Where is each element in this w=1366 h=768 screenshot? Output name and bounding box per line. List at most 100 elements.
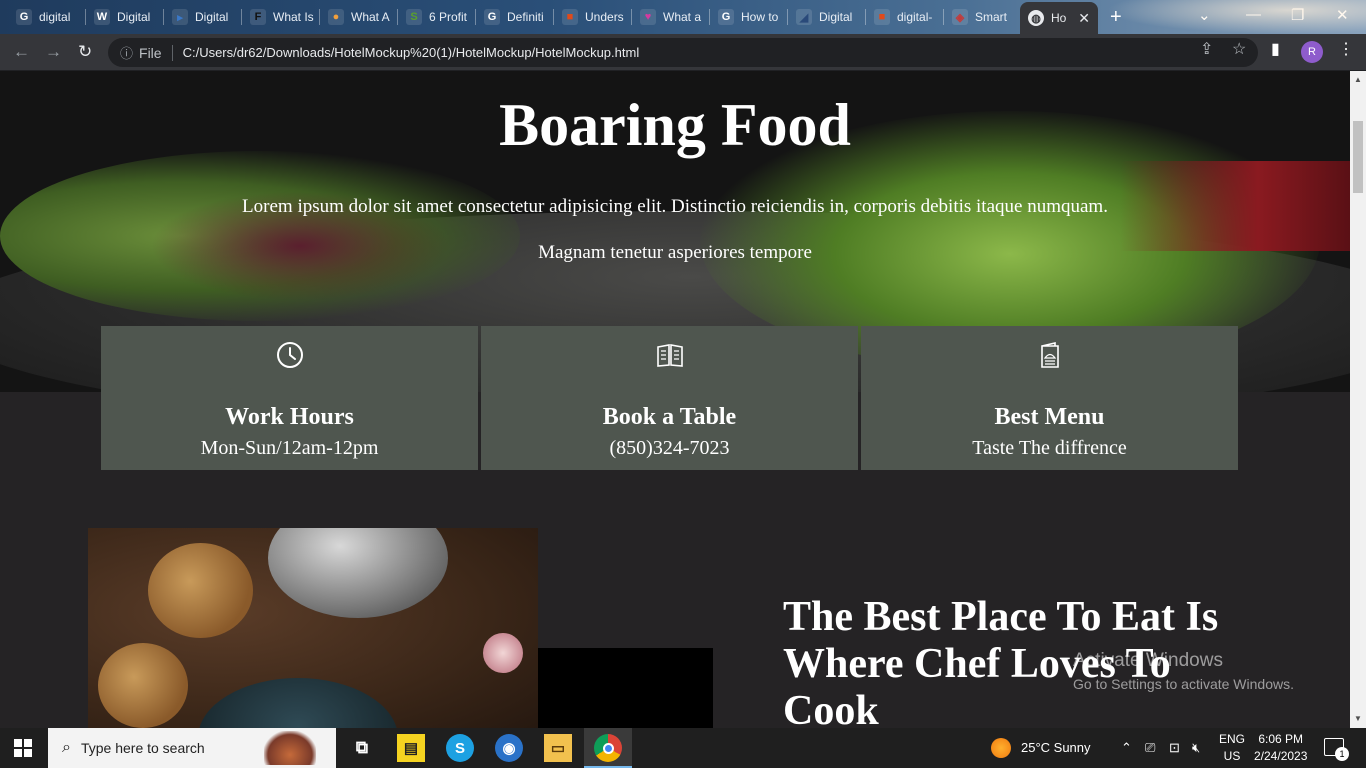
sticky-notes-icon[interactable]: ▤ [397, 734, 425, 762]
notification-center-icon[interactable]: 1 [1324, 738, 1349, 761]
keyboard-region: US [1223, 749, 1241, 763]
reload-icon[interactable]: ↻ [78, 42, 92, 62]
page-scrollbar[interactable]: ▲ ▼ [1350, 71, 1366, 728]
tab-active[interactable]: ◍ Ho ✕ [1020, 2, 1098, 34]
photo-jar [268, 528, 448, 618]
about-photo [88, 528, 538, 728]
activate-windows-watermark: Activate Windows Go to Settings to activ… [1073, 650, 1294, 692]
scroll-up-icon[interactable]: ▲ [1354, 75, 1362, 84]
share-icon[interactable]: ⇪ [1200, 39, 1213, 59]
windows-taskbar: ⌕ Type here to search ⧉ ▤ S ◉ ▭ 25°C Sun… [0, 728, 1366, 768]
photo-bowl [198, 678, 398, 728]
hero-text-line-2: Magnam tenetur asperiores tempore [538, 242, 812, 263]
restore-button[interactable]: ❐ [1291, 6, 1304, 24]
meet-now-icon[interactable]: ⎚ [1145, 740, 1155, 756]
system-clock[interactable]: 6:06 PM 2/24/2023 [1254, 731, 1307, 765]
menu-card-icon [1040, 341, 1059, 368]
bookmark-star-icon[interactable]: ☆ [1232, 39, 1246, 59]
photo-cookie [98, 643, 188, 728]
browser-tab[interactable]: ▸ Digital [164, 3, 242, 31]
browser-tab[interactable]: ♥ What a [632, 3, 710, 31]
tab-favicon-icon: ■ [562, 9, 578, 25]
browser-tab[interactable]: ■ Unders [554, 3, 632, 31]
browser-tab[interactable]: S 6 Profit [398, 3, 476, 31]
hero-text-line-1: Lorem ipsum dolor sit amet consectetur a… [242, 196, 1108, 217]
browser-tab[interactable]: ◢ Digital [788, 3, 866, 31]
photo-cookie [148, 543, 253, 638]
language-indicator[interactable]: ENG US [1219, 731, 1245, 765]
side-panel-icon[interactable]: ▮ [1271, 39, 1280, 59]
edge-mail-icon[interactable]: ◉ [495, 734, 523, 762]
back-icon[interactable]: ← [13, 42, 30, 62]
weather-sun-icon[interactable] [991, 738, 1011, 758]
tab-label: Digital [195, 10, 229, 24]
card-book-table: Book a Table (850)324-7023 [481, 326, 858, 470]
minimize-button[interactable]: — [1246, 6, 1261, 23]
file-explorer-icon[interactable]: ▭ [544, 734, 572, 762]
browser-tab[interactable]: ● What A [320, 3, 398, 31]
close-window-button[interactable]: ✕ [1336, 6, 1349, 24]
browser-tab[interactable]: W Digital [86, 3, 164, 31]
tab-label: Digital [819, 10, 853, 24]
tab-label: 6 Profit [429, 10, 468, 24]
language-code: ENG [1219, 732, 1246, 746]
tab-favicon-icon: ♥ [640, 9, 656, 25]
card-value: Taste The diffrence [972, 437, 1127, 459]
address-bar[interactable]: ⓘ File C:/Users/dr62/Downloads/HotelMock… [108, 38, 1258, 67]
browser-tab[interactable]: Gdigital [8, 3, 86, 31]
clock-date: 2/24/2023 [1254, 749, 1308, 763]
tab-favicon-icon: ■ [874, 9, 890, 25]
tab-label: How to [741, 10, 779, 24]
browser-tab[interactable]: ■ digital- [866, 3, 944, 31]
watermark-line-2: Go to Settings to activate Windows. [1073, 676, 1294, 692]
book-icon [656, 344, 683, 367]
weather-text[interactable]: 25°C Sunny [1021, 740, 1091, 755]
skype-icon[interactable]: S [446, 734, 474, 762]
tab-favicon-icon: S [406, 9, 422, 25]
tab-label: Digital [117, 10, 151, 24]
volume-muted-icon[interactable]: 🔇︎ [1192, 740, 1200, 756]
forward-icon[interactable]: → [45, 42, 62, 62]
scroll-down-icon[interactable]: ▼ [1354, 714, 1362, 723]
scrollbar-thumb[interactable] [1353, 121, 1363, 193]
task-view-icon[interactable]: ⧉ [348, 734, 376, 762]
search-icon: ⌕ [62, 739, 71, 756]
browser-toolbar: ← → ↻ ⓘ File C:/Users/dr62/Downloads/Hot… [0, 34, 1366, 71]
tab-favicon-icon: ◢ [796, 9, 812, 25]
card-best-menu: Best Menu Taste The diffrence [861, 326, 1238, 470]
tab-label: digital- [897, 10, 933, 24]
chevron-up-icon[interactable]: ⌃ [1121, 740, 1132, 756]
info-icon[interactable]: ⓘ [120, 43, 133, 62]
close-tab-icon[interactable]: ✕ [1078, 10, 1090, 27]
tab-label: Smart [975, 10, 1008, 24]
scheme-label: File [139, 44, 162, 61]
profile-avatar[interactable]: R [1301, 41, 1323, 63]
tab-favicon-icon: ▸ [172, 9, 188, 25]
card-title: Book a Table [602, 404, 737, 430]
card-value: (850)324-7023 [609, 437, 730, 459]
clock-time: 6:06 PM [1258, 732, 1304, 746]
card-value: Mon-Sun/12am-12pm [200, 437, 379, 459]
page-viewport: Boaring Food Lorem ipsum dolor sit amet … [0, 71, 1350, 728]
tab-favicon-icon: G [16, 9, 32, 25]
browser-tab[interactable]: ◈ Smart [944, 3, 1022, 31]
windows-start-icon[interactable] [14, 739, 32, 757]
chrome-icon[interactable] [594, 734, 622, 762]
tab-search-icon[interactable]: ⌄ [1198, 6, 1211, 24]
new-tab-button[interactable]: + [1110, 6, 1122, 29]
browser-tab[interactable]: F What Is [242, 3, 320, 31]
about-title-line-3: Cook [783, 688, 879, 728]
network-icon[interactable]: ⊡ [1169, 740, 1180, 756]
tab-label: Ho [1051, 11, 1067, 25]
tab-label: What A [351, 10, 390, 24]
menu-kebab-icon[interactable]: ⋮ [1338, 39, 1354, 59]
tab-label: digital [39, 10, 71, 24]
tab-favicon-icon: W [94, 9, 110, 25]
browser-tab[interactable]: G How to [710, 3, 788, 31]
url-text[interactable]: C:/Users/dr62/Downloads/HotelMockup%20(1… [183, 45, 640, 60]
tab-favicon-icon: G [718, 9, 734, 25]
clock-icon [276, 342, 303, 368]
tab-favicon-icon: ◈ [952, 9, 968, 25]
taskbar-search-box[interactable]: ⌕ Type here to search [48, 728, 336, 768]
browser-tab[interactable]: G Definiti [476, 3, 554, 31]
